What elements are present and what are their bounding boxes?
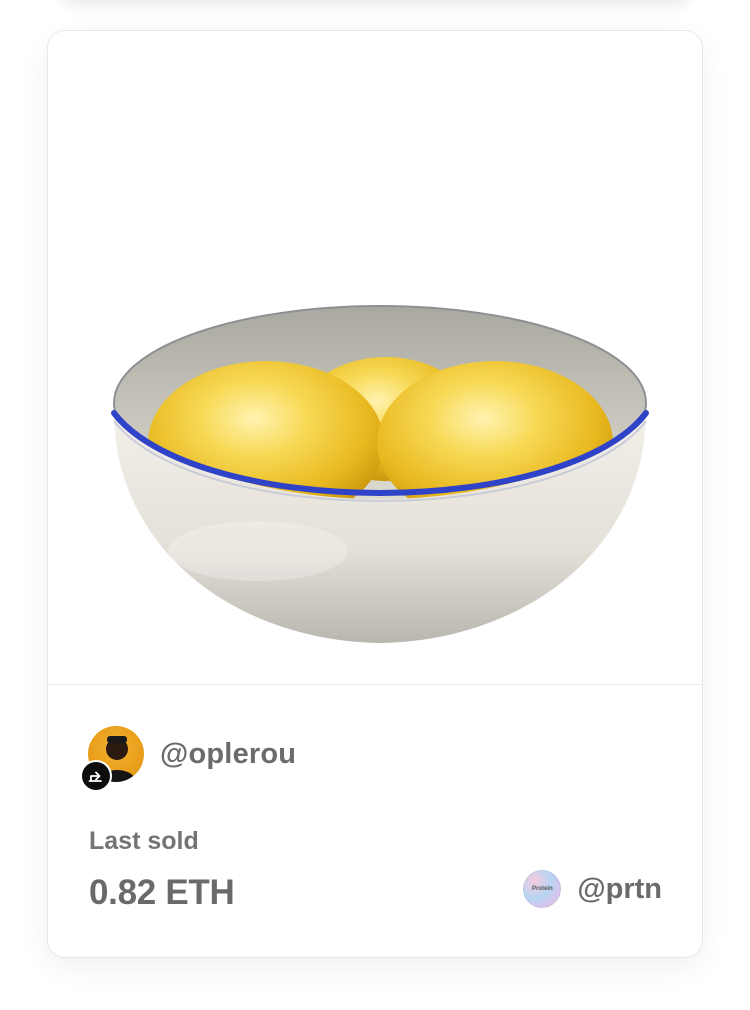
collector-avatar[interactable]: Protein [523,870,562,908]
creator-avatar[interactable] [80,726,144,792]
collector-avatar-text: Protein [532,886,553,892]
creator-badge-icon [80,760,112,792]
collector-handle[interactable]: @prtn [577,873,662,906]
egg-bowl-illustration [111,305,649,643]
collector-row[interactable]: Protein @prtn [523,869,662,909]
last-sold-label: Last sold [89,827,199,855]
share-arrow-icon [88,771,102,782]
creator-handle[interactable]: @oplerou [160,738,296,771]
creator-row[interactable]: @oplerou [80,724,296,792]
nft-card[interactable]: @oplerou Last sold 0.82 ETH Protein @prt… [47,30,703,958]
nft-artwork[interactable] [48,31,702,685]
card-divider [48,684,702,685]
last-sold-price: 0.82 ETH [89,873,235,912]
